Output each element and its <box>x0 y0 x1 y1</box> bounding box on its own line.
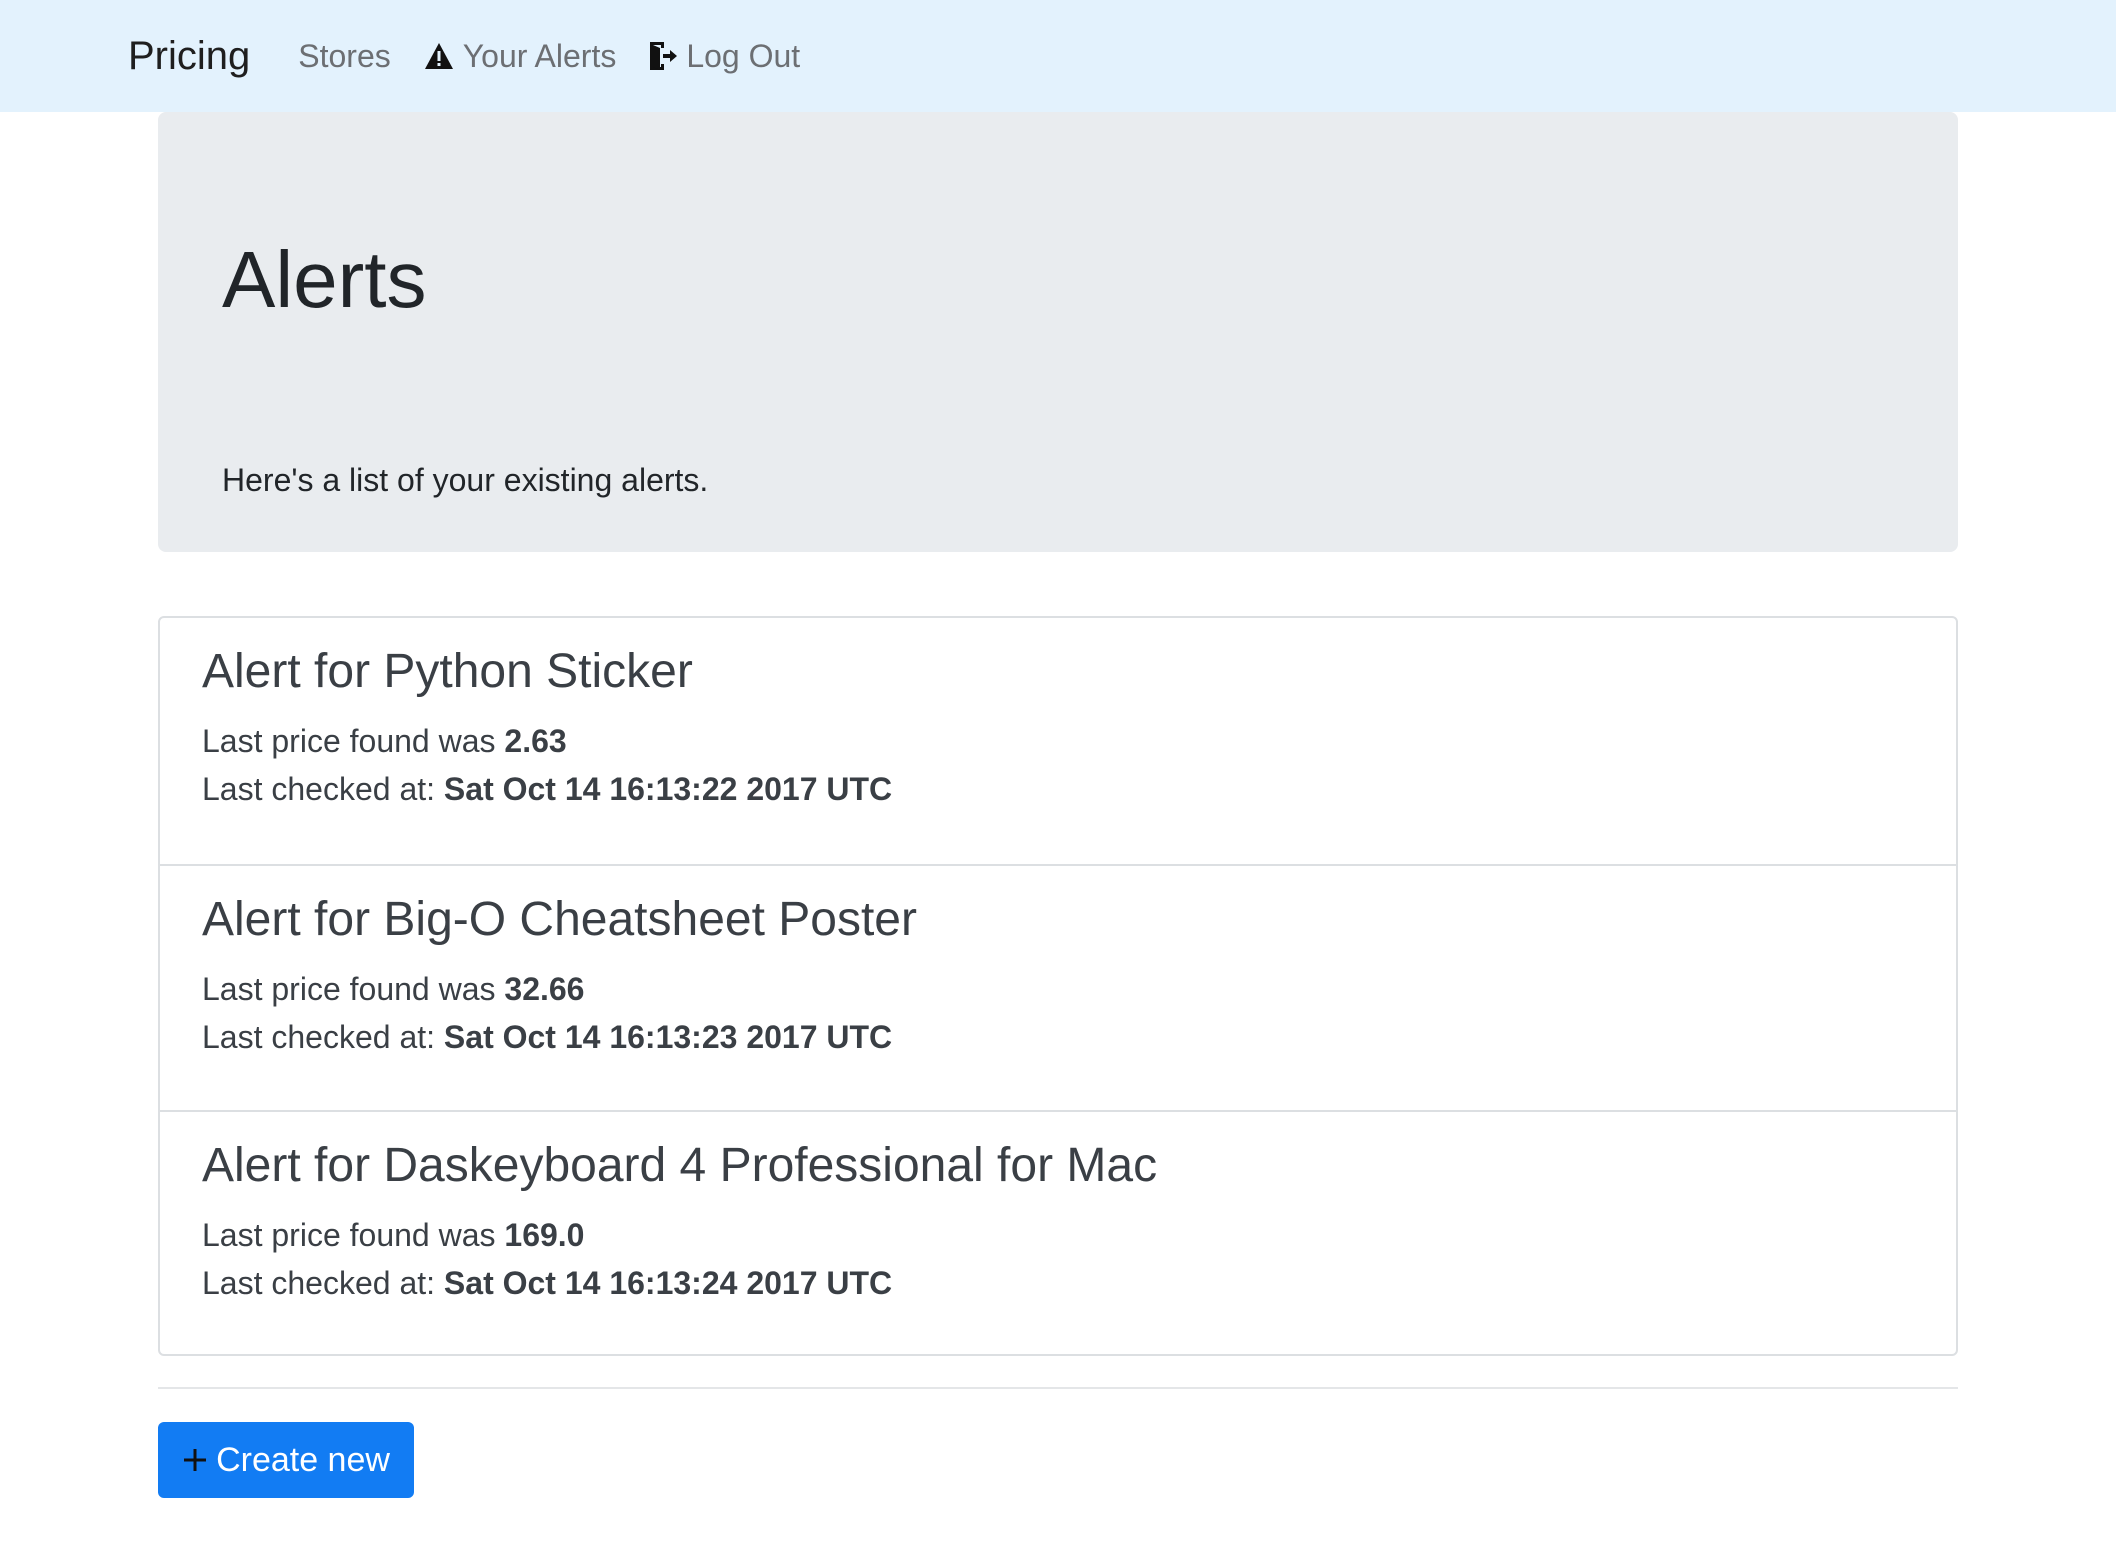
alert-checked-value: Sat Oct 14 16:13:23 2017 UTC <box>443 1019 893 1056</box>
alert-checked-label: Last checked at: <box>202 771 444 808</box>
alert-checked-label: Last checked at: <box>202 1019 444 1056</box>
create-new-label: Create new <box>216 1440 390 1479</box>
alert-price-line: Last price found was 32.66 <box>202 965 1956 1013</box>
alert-price-label: Last price found was <box>202 1217 505 1254</box>
alert-checked-line: Last checked at: Sat Oct 14 16:13:22 201… <box>202 765 1956 813</box>
alert-checked-value: Sat Oct 14 16:13:24 2017 UTC <box>443 1265 893 1302</box>
brand-link[interactable]: Pricing <box>128 34 250 79</box>
divider <box>158 1387 1958 1389</box>
alert-checked-value: Sat Oct 14 16:13:22 2017 UTC <box>443 771 893 808</box>
log-out-icon <box>648 40 678 72</box>
warning-icon <box>423 41 455 71</box>
alerts-list: Alert for Python Sticker Last price foun… <box>158 616 1958 1356</box>
alert-title: Alert for Python Sticker <box>202 645 693 698</box>
alert-price-line: Last price found was 169.0 <box>202 1211 1956 1259</box>
alert-title: Alert for Big-O Cheatsheet Poster <box>202 893 917 946</box>
nav-link-your-alerts[interactable]: Your Alerts <box>423 37 617 75</box>
navbar: Pricing Stores Your Alerts Log Out <box>0 0 2116 112</box>
alert-price-label: Last price found was <box>202 971 505 1008</box>
nav-link-label: Stores <box>298 37 391 74</box>
list-item[interactable]: Alert for Big-O Cheatsheet Poster Last p… <box>160 864 1956 1110</box>
page-title: Alerts <box>222 235 427 324</box>
alert-price-value: 32.66 <box>504 971 585 1008</box>
jumbotron: Alerts Here's a list of your existing al… <box>158 112 1958 552</box>
plus-icon <box>182 1447 208 1473</box>
alert-title: Alert for Daskeyboard 4 Professional for… <box>202 1139 1158 1192</box>
nav-link-label: Your Alerts <box>462 37 617 74</box>
alert-price-line: Last price found was 2.63 <box>202 717 1956 765</box>
alert-checked-line: Last checked at: Sat Oct 14 16:13:24 201… <box>202 1259 1956 1307</box>
nav-link-log-out[interactable]: Log Out <box>648 38 800 75</box>
nav-link-label: Log Out <box>686 37 801 74</box>
list-item[interactable]: Alert for Daskeyboard 4 Professional for… <box>160 1110 1956 1356</box>
nav-link-stores[interactable]: Stores <box>298 38 390 75</box>
alert-checked-line: Last checked at: Sat Oct 14 16:13:23 201… <box>202 1013 1956 1061</box>
page-subtitle: Here's a list of your existing alerts. <box>222 462 709 498</box>
alert-checked-label: Last checked at: <box>202 1265 444 1302</box>
alert-price-label: Last price found was <box>202 723 505 760</box>
alert-price-value: 2.63 <box>504 723 567 760</box>
list-item[interactable]: Alert for Python Sticker Last price foun… <box>160 618 1956 864</box>
create-new-button[interactable]: Create new <box>158 1422 414 1498</box>
alert-price-value: 169.0 <box>504 1217 585 1254</box>
